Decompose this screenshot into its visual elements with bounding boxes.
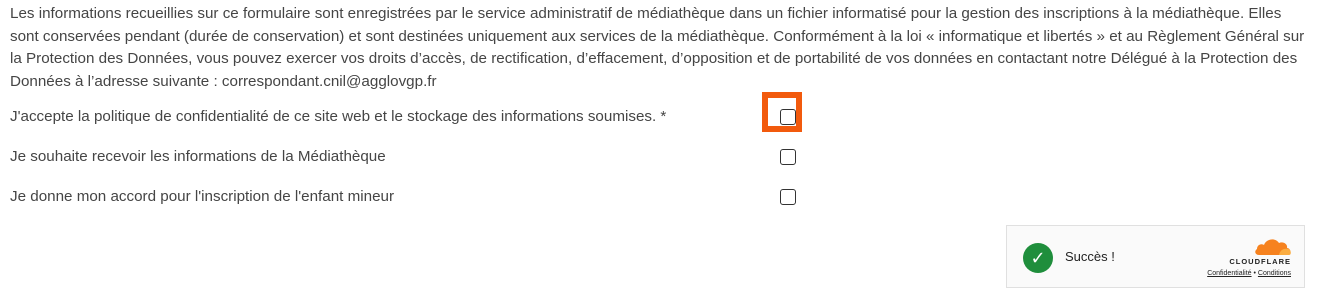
- highlight-box: [762, 92, 802, 132]
- privacy-notice-text: Les informations recueillies sur ce form…: [10, 5, 1305, 90]
- turnstile-status-text: Succès !: [1065, 249, 1115, 264]
- terms-link[interactable]: Conditions: [1258, 270, 1291, 277]
- cloudflare-logo-text: CLOUDFLARE: [1229, 257, 1291, 266]
- cloudflare-turnstile-widget: ✓ Succès ! CLOUDFLARE Confidentialité • …: [1006, 225, 1305, 288]
- consent-minor-registration: Je donne mon accord pour l'inscription d…: [10, 186, 810, 208]
- consent-newsletter-label: Je souhaite recevoir les informations de…: [10, 148, 386, 165]
- consent-newsletter-checkbox[interactable]: [780, 149, 796, 165]
- consent-newsletter: Je souhaite recevoir les informations de…: [10, 146, 810, 168]
- consent-minor-registration-checkbox[interactable]: [780, 189, 796, 205]
- consent-form-section: Les informations recueillies sur ce form…: [0, 0, 1317, 295]
- cloudflare-cloud-icon: [1255, 239, 1291, 255]
- link-separator: •: [1253, 270, 1256, 277]
- privacy-link[interactable]: Confidentialité: [1207, 270, 1251, 277]
- consent-privacy-policy-label: J'accepte la politique de confidentialit…: [10, 108, 667, 125]
- consent-minor-registration-label: Je donne mon accord pour l'inscription d…: [10, 188, 395, 205]
- turnstile-links: Confidentialité • Conditions: [1207, 269, 1291, 279]
- check-circle-icon: ✓: [1023, 243, 1053, 273]
- consent-privacy-policy: J'accepte la politique de confidentialit…: [10, 106, 810, 128]
